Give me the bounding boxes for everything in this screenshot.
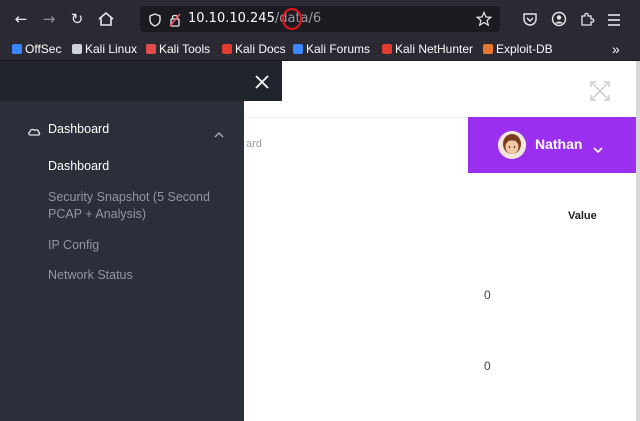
menu-icon[interactable] — [606, 12, 622, 26]
cloud-icon — [27, 123, 41, 136]
user-name: Nathan — [535, 136, 583, 152]
value-column-header: Value — [568, 210, 597, 222]
page-scrollbar[interactable] — [636, 61, 640, 421]
sidebar-header — [0, 61, 282, 101]
kali-tools-icon — [146, 44, 156, 54]
kali-forums-icon — [293, 44, 303, 54]
bookmark-kali-linux[interactable]: Kali Linux — [72, 38, 137, 60]
bookmark-exploit-db[interactable]: Exploit-DB — [483, 38, 553, 60]
sidebar-item-security-snapshot[interactable]: Security Snapshot (5 Second — [48, 190, 210, 204]
bookmark-kali-nethunter[interactable]: Kali NetHunter — [382, 38, 473, 60]
sidebar-section-dashboard[interactable]: Dashboard — [0, 115, 244, 145]
shield-icon[interactable] — [148, 12, 162, 27]
extensions-icon[interactable] — [579, 11, 595, 27]
sidebar-item-security-snapshot-line2[interactable]: PCAP + Analysis) — [48, 207, 146, 221]
chevron-down-icon — [592, 140, 604, 154]
sidebar-item-network-status[interactable]: Network Status — [48, 268, 133, 282]
url-host: 10.10.10.245 — [188, 11, 275, 26]
annotation-circle — [280, 7, 304, 31]
bookmark-kali-docs[interactable]: Kali Docs — [222, 38, 286, 60]
sidebar-item-dashboard[interactable]: Dashboard — [48, 159, 109, 173]
bookmark-kali-forums[interactable]: Kali Forums — [293, 38, 370, 60]
back-icon[interactable]: ← — [10, 0, 32, 38]
table-cell-value: 0 — [484, 288, 491, 302]
bookmark-offsec[interactable]: OffSec — [12, 38, 61, 60]
sidebar: Dashboard Dashboard Security Snapshot (5… — [0, 101, 244, 421]
data-table: Value 0 0 — [244, 173, 640, 421]
search-placeholder-text[interactable]: ard — [246, 138, 262, 150]
avatar — [498, 131, 526, 159]
sidebar-section-label: Dashboard — [48, 122, 110, 136]
kali-nethunter-icon — [382, 44, 392, 54]
insecure-lock-icon[interactable] — [168, 12, 182, 27]
kali-docs-icon — [222, 44, 232, 54]
offsec-icon — [12, 44, 22, 54]
reload-icon[interactable]: ↻ — [66, 0, 88, 38]
fullscreen-icon[interactable] — [589, 80, 611, 102]
sidebar-item-ip-config[interactable]: IP Config — [48, 238, 99, 252]
web-page: ard Nathan Value 0 0 Dashboard Dashboard… — [0, 61, 640, 421]
home-icon[interactable] — [97, 11, 115, 27]
forward-icon[interactable]: → — [38, 0, 60, 38]
table-cell-value: 0 — [484, 359, 491, 373]
exploit-db-icon — [483, 44, 493, 54]
bookmark-star-icon[interactable] — [475, 11, 493, 27]
browser-toolbar: ← → ↻ 10.10.10.245/data/6 — [0, 0, 640, 38]
close-icon[interactable] — [254, 74, 270, 90]
user-dropdown-button[interactable]: Nathan — [468, 117, 640, 173]
address-bar[interactable]: 10.10.10.245/data/6 — [140, 6, 500, 32]
chevron-up-icon — [213, 125, 225, 138]
bookmarks-toolbar: OffSec Kali Linux Kali Tools Kali Docs K… — [0, 38, 640, 61]
more-bookmarks-chevron-icon[interactable]: » — [612, 38, 620, 60]
bookmark-kali-tools[interactable]: Kali Tools — [146, 38, 210, 60]
account-icon[interactable] — [551, 11, 567, 27]
pocket-icon[interactable] — [522, 11, 538, 27]
kali-dragon-icon — [72, 44, 82, 54]
